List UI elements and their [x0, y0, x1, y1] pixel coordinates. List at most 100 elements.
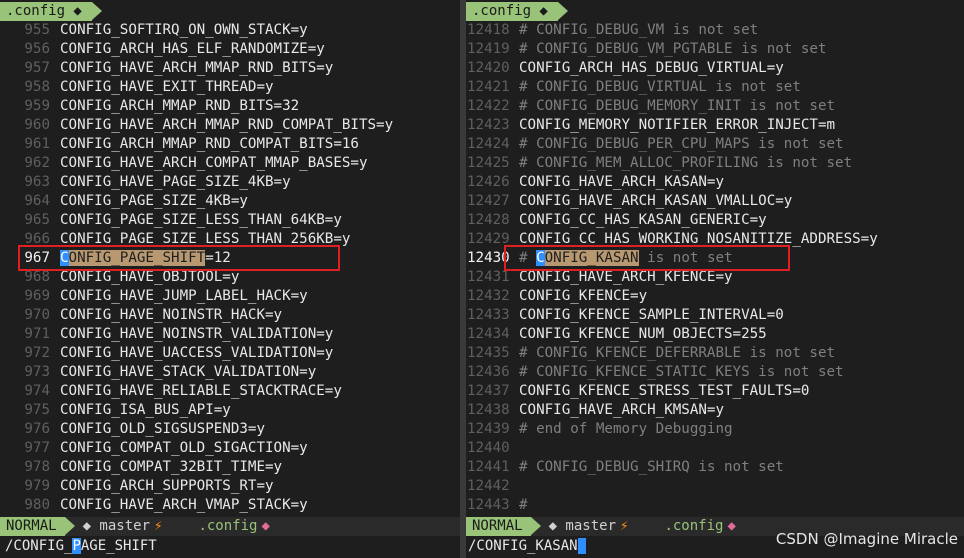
search-command-line-left[interactable]: /CONFIG_PAGE_SHIFT	[5, 536, 157, 556]
line-number: 964	[24, 193, 50, 209]
buffer-line[interactable]: 973 CONFIG_HAVE_STACK_VALIDATION=y	[0, 363, 460, 382]
buffer-line[interactable]: 12431 CONFIG_HAVE_ARCH_KFENCE=y	[466, 268, 964, 287]
line-number: 12433	[467, 307, 510, 323]
buffer-line[interactable]: 970 CONFIG_HAVE_NOINSTR_HACK=y	[0, 306, 460, 325]
buffer-line[interactable]: 964 CONFIG_PAGE_SIZE_4KB=y	[0, 192, 460, 211]
buffer-line[interactable]: 962 CONFIG_HAVE_ARCH_COMPAT_MMAP_BASES=y	[0, 154, 460, 173]
line-number: 975	[24, 402, 50, 418]
buffer-line[interactable]: 978 CONFIG_COMPAT_32BIT_TIME=y	[0, 458, 460, 477]
editor-pane-right[interactable]: .config ◆ 12418 # CONFIG_DEBUG_VM is not …	[466, 0, 964, 517]
line-number: 962	[24, 155, 50, 171]
line-number: 980	[24, 497, 50, 513]
status-filename: .config	[664, 518, 724, 534]
line-text: CONFIG_ARCH_MMAP_RND_BITS=32	[60, 98, 300, 114]
line-text: CONFIG_HAVE_ARCH_KMSAN=y	[519, 402, 724, 418]
line-number: 966	[24, 231, 50, 247]
line-text: # CONFIG_KFENCE_STATIC_KEYS is not set	[519, 364, 844, 380]
buffer-line[interactable]: 976 CONFIG_OLD_SIGSUSPEND3=y	[0, 420, 460, 439]
line-number: 979	[24, 478, 50, 494]
buffer-line[interactable]: 955 CONFIG_SOFTIRQ_ON_OWN_STACK=y	[0, 21, 460, 40]
buffer-line[interactable]: 12428 CONFIG_CC_HAS_KASAN_GENERIC=y	[466, 211, 964, 230]
buffer-lines-left[interactable]: 955 CONFIG_SOFTIRQ_ON_OWN_STACK=y 956 CONFI…	[0, 21, 460, 515]
line-number: 12428	[467, 212, 510, 228]
line-text: # CONFIG_DEBUG_VM is not set	[519, 22, 759, 38]
line-text: CONFIG_ARCH_MMAP_RND_COMPAT_BITS=16	[60, 136, 359, 152]
search-match: ONFIG_PAGE_SHIFT	[68, 250, 206, 266]
buffer-line[interactable]: 979 CONFIG_ARCH_SUPPORTS_RT=y	[0, 477, 460, 496]
line-text: CONFIG_HAVE_ARCH_KASAN_VMALLOC=y	[519, 193, 793, 209]
buffer-line[interactable]: 959 CONFIG_ARCH_MMAP_RND_BITS=32	[0, 97, 460, 116]
line-number: 971	[24, 326, 50, 342]
buffer-line[interactable]: 961 CONFIG_ARCH_MMAP_RND_COMPAT_BITS=16	[0, 135, 460, 154]
buffer-line[interactable]: 12419 # CONFIG_DEBUG_VM_PGTABLE is not se…	[466, 40, 964, 59]
line-text: CONFIG_HAVE_JUMP_LABEL_HACK=y	[60, 288, 308, 304]
line-text: CONFIG_HAVE_OBJTOOL=y	[60, 269, 240, 285]
line-text: # end of Memory Debugging	[519, 421, 733, 437]
mode-indicator: NORMAL	[0, 517, 75, 536]
buffer-line[interactable]: 968 CONFIG_HAVE_OBJTOOL=y	[0, 268, 460, 287]
line-number: 976	[24, 421, 50, 437]
buffer-line[interactable]: 12441 # CONFIG_DEBUG_SHIRQ is not set	[466, 458, 964, 477]
buffer-line[interactable]: 12425 # CONFIG_MEM_ALLOC_PROFILING is not…	[466, 154, 964, 173]
buffer-line[interactable]: 969 CONFIG_HAVE_JUMP_LABEL_HACK=y	[0, 287, 460, 306]
line-rest: =12	[205, 250, 231, 266]
buffer-line[interactable]: 965 CONFIG_PAGE_SIZE_LESS_THAN_64KB=y	[0, 211, 460, 230]
line-number: 12443	[467, 497, 510, 513]
buffer-line[interactable]: 12433 CONFIG_KFENCE_SAMPLE_INTERVAL=0	[466, 306, 964, 325]
text-cursor: C	[60, 250, 69, 266]
buffer-line[interactable]: 12439 # end of Memory Debugging	[466, 420, 964, 439]
search-command-line-right[interactable]: /CONFIG_KASAN	[468, 536, 587, 556]
buffer-line[interactable]: 975 CONFIG_ISA_BUS_API=y	[0, 401, 460, 420]
line-text: CONFIG_PAGE_SIZE_LESS_THAN_64KB=y	[60, 212, 342, 228]
buffer-line[interactable]: 12427 CONFIG_HAVE_ARCH_KASAN_VMALLOC=y	[466, 192, 964, 211]
line-text: CONFIG_OLD_SIGSUSPEND3=y	[60, 421, 265, 437]
buffer-line[interactable]: 960 CONFIG_HAVE_ARCH_MMAP_RND_COMPAT_BITS…	[0, 116, 460, 135]
buffer-line[interactable]: 980 CONFIG_HAVE_ARCH_VMAP_STACK=y	[0, 496, 460, 515]
buffer-line[interactable]: 971 CONFIG_HAVE_NOINSTR_VALIDATION=y	[0, 325, 460, 344]
buffer-line[interactable]: 12418 # CONFIG_DEBUG_VM is not set	[466, 21, 964, 40]
buffer-line[interactable]: 967 CONFIG_PAGE_SHIFT=12	[0, 249, 460, 268]
buffer-line[interactable]: 963 CONFIG_HAVE_PAGE_SIZE_4KB=y	[0, 173, 460, 192]
buffer-line[interactable]: 12422 # CONFIG_DEBUG_MEMORY_INIT is not s…	[466, 97, 964, 116]
buffer-line[interactable]: 12430 # CONFIG_KASAN is not set	[466, 249, 964, 268]
buffer-line[interactable]: 12442	[466, 477, 964, 496]
buffer-line[interactable]: 12426 CONFIG_HAVE_ARCH_KASAN=y	[466, 173, 964, 192]
buffer-line[interactable]: 12437 CONFIG_KFENCE_STRESS_TEST_FAULTS=0	[466, 382, 964, 401]
cmd-cursor: P	[72, 538, 81, 554]
buffer-line[interactable]: 972 CONFIG_HAVE_UACCESS_VALIDATION=y	[0, 344, 460, 363]
tab-config-right[interactable]: .config ◆	[466, 2, 568, 21]
buffer-line[interactable]: 12438 CONFIG_HAVE_ARCH_KMSAN=y	[466, 401, 964, 420]
buffer-line[interactable]: 966 CONFIG_PAGE_SIZE_LESS_THAN_256KB=y	[0, 230, 460, 249]
cmd-cursor	[577, 538, 587, 554]
mode-indicator: NORMAL	[466, 517, 541, 536]
line-text: CONFIG_PAGE_SIZE_LESS_THAN_256KB=y	[60, 231, 351, 247]
tab-config-left[interactable]: .config ◆	[0, 2, 102, 21]
line-text: CONFIG_HAVE_PAGE_SIZE_4KB=y	[60, 174, 291, 190]
buffer-line[interactable]: 12435 # CONFIG_KFENCE_DEFERRABLE is not s…	[466, 344, 964, 363]
buffer-line[interactable]: 12420 CONFIG_ARCH_HAS_DEBUG_VIRTUAL=y	[466, 59, 964, 78]
search-text-before: /CONFIG_	[5, 538, 73, 554]
buffer-line[interactable]: 12423 CONFIG_MEMORY_NOTIFIER_ERROR_INJECT…	[466, 116, 964, 135]
line-text: # CONFIG_DEBUG_VIRTUAL is not set	[519, 79, 801, 95]
buffer-line[interactable]: 957 CONFIG_HAVE_ARCH_MMAP_RND_BITS=y	[0, 59, 460, 78]
line-text: CONFIG_SOFTIRQ_ON_OWN_STACK=y	[60, 22, 308, 38]
line-text: CONFIG_KFENCE_STRESS_TEST_FAULTS=0	[519, 383, 810, 399]
editor-pane-left[interactable]: .config ◆ 955 CONFIG_SOFTIRQ_ON_OWN_STACK…	[0, 0, 460, 517]
line-number: 12442	[467, 478, 510, 494]
statusline-left: NORMAL ◆ master ⚡ .config ◆	[0, 517, 460, 536]
buffer-line[interactable]: 974 CONFIG_HAVE_RELIABLE_STACKTRACE=y	[0, 382, 460, 401]
buffer-line[interactable]: 12436 # CONFIG_KFENCE_STATIC_KEYS is not …	[466, 363, 964, 382]
buffer-line[interactable]: 12421 # CONFIG_DEBUG_VIRTUAL is not set	[466, 78, 964, 97]
buffer-line[interactable]: 12434 CONFIG_KFENCE_NUM_OBJECTS=255	[466, 325, 964, 344]
buffer-lines-right[interactable]: 12418 # CONFIG_DEBUG_VM is not set 12419 # …	[466, 21, 964, 515]
buffer-line[interactable]: 956 CONFIG_ARCH_HAS_ELF_RANDOMIZE=y	[0, 40, 460, 59]
buffer-line[interactable]: 12429 CONFIG_CC_HAS_WORKING_NOSANITIZE_AD…	[466, 230, 964, 249]
buffer-line[interactable]: 12443 #	[466, 496, 964, 515]
line-number: 973	[24, 364, 50, 380]
line-number: 12423	[467, 117, 510, 133]
buffer-line[interactable]: 977 CONFIG_COMPAT_OLD_SIGACTION=y	[0, 439, 460, 458]
buffer-line[interactable]: 958 CONFIG_HAVE_EXIT_THREAD=y	[0, 78, 460, 97]
buffer-line[interactable]: 12424 # CONFIG_DEBUG_PER_CPU_MAPS is not …	[466, 135, 964, 154]
buffer-line[interactable]: 12440	[466, 439, 964, 458]
buffer-line[interactable]: 12432 CONFIG_KFENCE=y	[466, 287, 964, 306]
